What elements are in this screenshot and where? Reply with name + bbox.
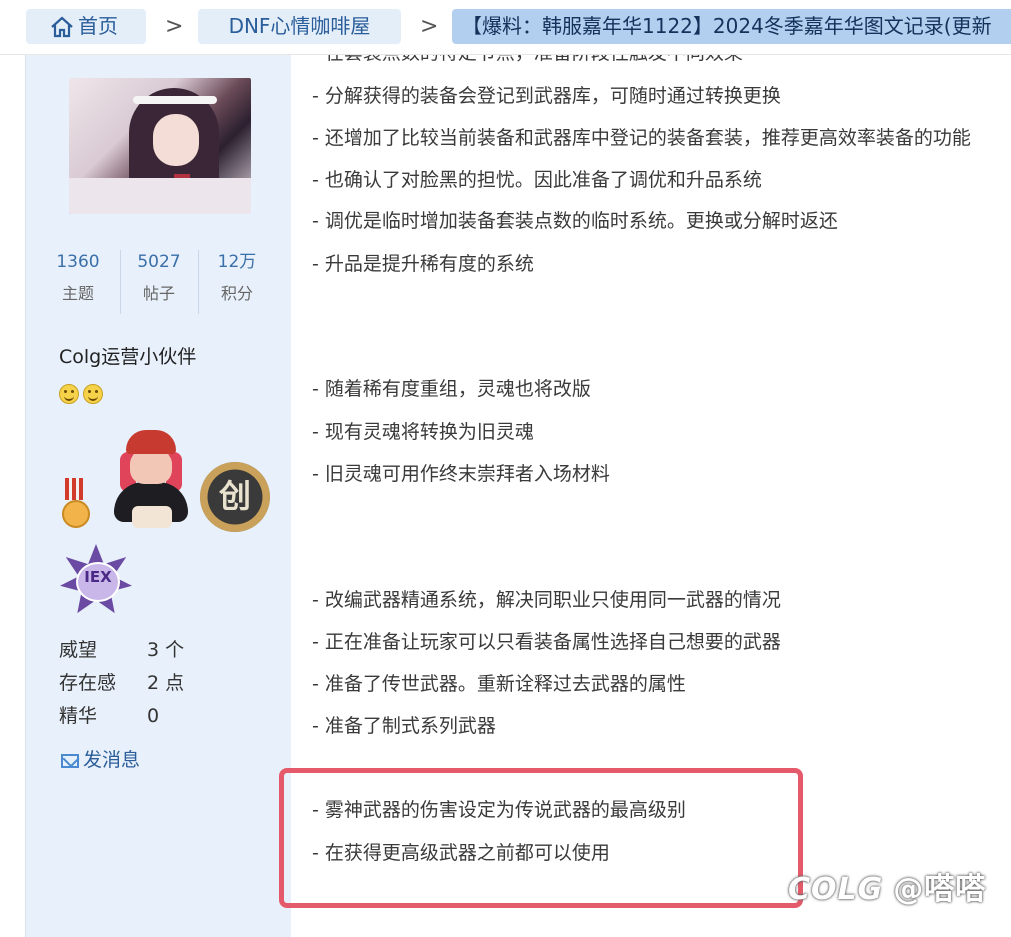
author-stats: 1360 主题 5027 帖子 12万 积分 [26, 250, 291, 314]
post-line: - 分解获得的装备会登记到武器库，可随时通过转换更换 [312, 85, 781, 107]
post-line: - 现有灵魂将转换为旧灵魂 [312, 421, 534, 443]
post-line: - 升品是提升稀有度的系统 [312, 253, 534, 275]
post-line: - 调优是临时增加装备套装点数的临时系统。更换或分解时返还 [312, 210, 838, 232]
post-line: - 也确认了对脸黑的担忧。因此准备了调优和升品系统 [312, 169, 762, 191]
home-icon [51, 16, 73, 38]
post-line: - 改编武器精通系统，解决同职业只使用同一武器的情况 [312, 589, 781, 611]
post-line: - 还增加了比较当前装备和武器库中登记的装备套装，推荐更高效率装备的功能 [312, 127, 971, 149]
info-presence-key: 存在感 [59, 672, 117, 694]
smiley-icon [83, 384, 103, 404]
info-reputation-key: 威望 [59, 639, 98, 661]
username[interactable]: Colg运营小伙伴 [59, 342, 196, 369]
send-message-link[interactable]: 发消息 [61, 747, 140, 773]
post-line: - 正在准备让玩家可以只看装备属性选择自己想要的武器 [312, 631, 781, 653]
stat-points[interactable]: 12万 积分 [197, 250, 277, 306]
post-line: - 随着稀有度重组，灵魂也将改版 [312, 378, 591, 400]
chevron-right-icon: > [165, 14, 184, 39]
send-message-label: 发消息 [83, 749, 141, 771]
post-line: - 准备了制式系列武器 [312, 715, 496, 737]
stat-topics-value: 1360 [56, 252, 100, 272]
character-medal-icon[interactable] [106, 426, 196, 534]
stat-posts-value: 5027 [137, 252, 181, 272]
breadcrumb-forum[interactable]: DNF心情咖啡屋 [198, 9, 401, 44]
stat-points-value: 12万 [217, 252, 257, 272]
post-line: - 准备了传世武器。重新诠释过去武器的属性 [312, 673, 686, 695]
info-reputation: 威望 3 个 [59, 637, 184, 663]
breadcrumb-thread[interactable]: 【爆料：韩服嘉年华1122】2024冬季嘉年华图文记录(更新 [452, 9, 1011, 44]
breadcrumb-home[interactable]: 首页 [26, 9, 146, 44]
medal-ribbon-icon[interactable] [59, 478, 90, 530]
stat-topics-label: 主题 [61, 284, 94, 303]
creator-badge-text: 创 [218, 477, 251, 515]
smiley-icon [59, 384, 79, 404]
post-line: - 在套装点数的特定节点，准备阶段性触发不同效果 [312, 54, 743, 66]
info-digest-key: 精华 [59, 705, 98, 727]
stat-posts[interactable]: 5027 帖子 [119, 250, 199, 306]
stat-topics[interactable]: 1360 主题 [38, 250, 118, 306]
watermark-logo: COLG [788, 872, 884, 907]
watermark: COLG @嗒嗒 [788, 870, 986, 910]
info-reputation-value: 3 个 [147, 639, 185, 661]
stat-posts-label: 帖子 [142, 284, 175, 303]
info-digest-value: 0 [147, 705, 160, 727]
stat-points-label: 积分 [220, 284, 253, 303]
info-presence: 存在感 2 点 [59, 670, 184, 696]
info-digest: 精华 0 [59, 703, 159, 729]
chevron-right-icon: > [420, 14, 439, 39]
highlight-box [279, 768, 803, 908]
avatar[interactable] [69, 78, 251, 214]
iex-badge-text: IEX [84, 568, 112, 586]
breadcrumb-home-label: 首页 [78, 14, 118, 38]
iex-badge-icon[interactable]: IEX [60, 544, 132, 616]
watermark-handle: @嗒嗒 [893, 872, 987, 907]
creator-badge-icon[interactable]: 创 [200, 462, 270, 532]
post-line: - 旧灵魂可用作终末崇拜者入场材料 [312, 463, 610, 485]
mail-icon [61, 754, 79, 768]
breadcrumb: 首页 > DNF心情咖啡屋 > 【爆料：韩服嘉年华1122】2024冬季嘉年华图… [0, 0, 1011, 55]
info-presence-value: 2 点 [147, 672, 185, 694]
author-sidebar: 1360 主题 5027 帖子 12万 积分 Colg运营小伙伴 创 IEX 威… [25, 54, 291, 937]
